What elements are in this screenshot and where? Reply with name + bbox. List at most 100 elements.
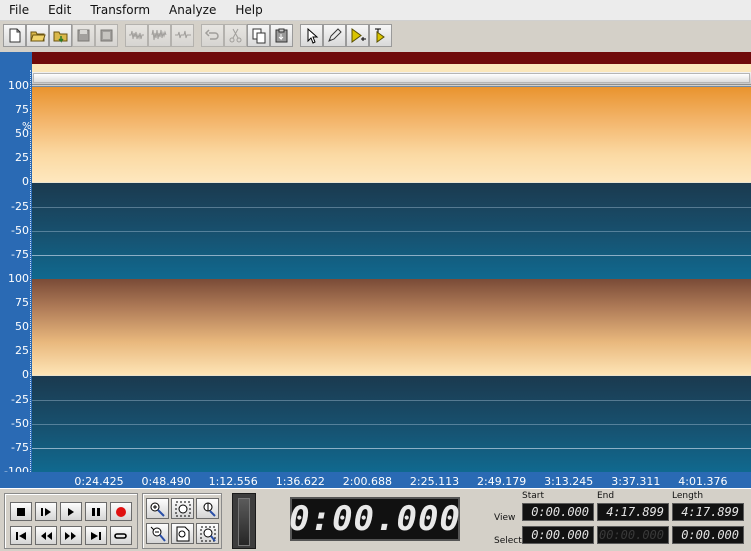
stop-icon [17, 507, 25, 516]
select-end-field[interactable]: 00:00.000 [597, 526, 669, 544]
channel-2-positive[interactable] [32, 279, 751, 376]
view-end-field[interactable]: 4:17.899 [597, 503, 669, 521]
zoom-full-button[interactable] [171, 523, 194, 544]
play-marker-icon [351, 28, 366, 43]
ruler-label: 50 [15, 320, 29, 334]
view-length-field[interactable]: 4:17.899 [672, 503, 744, 521]
rewind-icon [41, 531, 52, 540]
save-icon [77, 29, 90, 42]
zoom-vertical-out-icon [200, 526, 216, 542]
ruler-label: 25 [15, 151, 29, 165]
gridline [32, 182, 751, 183]
undo-button[interactable] [201, 24, 224, 47]
zoom-vertical-out-button[interactable] [196, 523, 219, 544]
menu-file[interactable]: File [0, 0, 39, 21]
loop-icon [114, 532, 127, 539]
waveform-silence-button[interactable] [171, 24, 194, 47]
zoom-selection-button[interactable] [171, 498, 194, 519]
waveform-area[interactable] [32, 86, 751, 472]
waveform-mix-button[interactable] [148, 24, 171, 47]
open-append-button[interactable] [49, 24, 72, 47]
audio-editor-window: File Edit Transform Analyze Help % 100 75… [0, 0, 751, 551]
toolbar-group-4 [300, 24, 392, 49]
rewind-button[interactable] [35, 526, 57, 545]
ruler-label: -50 [11, 416, 29, 430]
time-tick-label: 0:48.490 [141, 475, 191, 488]
cut-icon [229, 28, 242, 43]
select-length-field[interactable]: 0:00.000 [672, 526, 744, 544]
pencil-icon [328, 28, 342, 42]
ruler-label: 100 [8, 272, 29, 285]
pause-icon [92, 507, 100, 516]
level-meter [232, 493, 256, 549]
go-start-button[interactable] [10, 526, 32, 545]
save-all-button[interactable] [95, 24, 118, 47]
menu-analyze[interactable]: Analyze [160, 0, 226, 21]
stop-button[interactable] [10, 502, 32, 521]
toolbar-group-3 [201, 24, 293, 49]
record-button[interactable] [110, 502, 132, 521]
time-tick-label: 2:00.688 [342, 475, 392, 488]
play-icon [68, 507, 74, 516]
open-append-icon [53, 31, 68, 43]
loop-button[interactable] [110, 526, 132, 545]
gridline [32, 400, 751, 401]
zoom-full-icon [176, 526, 189, 541]
select-row-label: Select [494, 536, 522, 546]
overview-bar[interactable] [32, 52, 751, 64]
waveform-mix-icon [151, 29, 167, 41]
new-file-icon [9, 28, 21, 43]
toolbar-group-2 [125, 24, 194, 49]
header-start: Start [522, 491, 544, 501]
ruler-label: 25 [15, 344, 29, 358]
transport-controls [4, 493, 138, 549]
ruler-label: 0 [22, 368, 29, 382]
pencil-button[interactable] [323, 24, 346, 47]
menu-edit[interactable]: Edit [39, 0, 81, 21]
channel-1-positive[interactable] [32, 86, 751, 183]
new-file-button[interactable] [3, 24, 26, 47]
select-start-field[interactable]: 0:00.000 [522, 526, 594, 544]
scrollbar-thumb[interactable] [33, 73, 750, 83]
time-tick-label: 3:13.245 [544, 475, 594, 488]
view-start-field[interactable]: 0:00.000 [522, 503, 594, 521]
ruler-divider [30, 70, 31, 488]
current-time: 0:00.000 [289, 499, 461, 539]
overview-strip[interactable] [32, 64, 751, 72]
horizontal-scrollbar[interactable] [32, 72, 751, 85]
zoom-in-button[interactable] [146, 498, 169, 519]
toolbar-group-1 [3, 24, 118, 49]
copy-button[interactable] [247, 24, 270, 47]
fast-forward-icon [65, 531, 76, 540]
view-row-label: View [494, 513, 516, 523]
waveform-trim-button[interactable] [125, 24, 148, 47]
zoom-out-button[interactable] [146, 523, 169, 544]
zoom-in-icon [150, 502, 165, 517]
time-tick-label: 2:49.179 [476, 475, 527, 488]
ruler-label: 75 [15, 103, 29, 117]
gridline [32, 448, 751, 449]
time-tick-label: 1:12.556 [208, 475, 258, 488]
zoom-vertical-in-button[interactable] [196, 498, 219, 519]
play-marker-button[interactable] [346, 24, 369, 47]
undo-icon [204, 29, 219, 40]
play-button[interactable] [60, 502, 82, 521]
paste-button[interactable] [270, 24, 293, 47]
open-folder-button[interactable] [26, 24, 49, 47]
cut-button[interactable] [224, 24, 247, 47]
play-to-end-button[interactable] [369, 24, 392, 47]
fast-forward-button[interactable] [60, 526, 82, 545]
pause-button[interactable] [85, 502, 107, 521]
play-selection-button[interactable] [35, 502, 57, 521]
time-tick-label: 0:24.425 [74, 475, 124, 488]
save-button[interactable] [72, 24, 95, 47]
header-end: End [597, 491, 615, 501]
go-end-button[interactable] [85, 526, 107, 545]
select-cursor-button[interactable] [300, 24, 323, 47]
menu-transform[interactable]: Transform [81, 0, 160, 21]
level-meter-bar [238, 498, 250, 546]
play-to-end-icon [375, 28, 385, 43]
menu-help[interactable]: Help [226, 0, 272, 21]
select-cursor-icon [307, 27, 319, 44]
gridline [32, 255, 751, 256]
